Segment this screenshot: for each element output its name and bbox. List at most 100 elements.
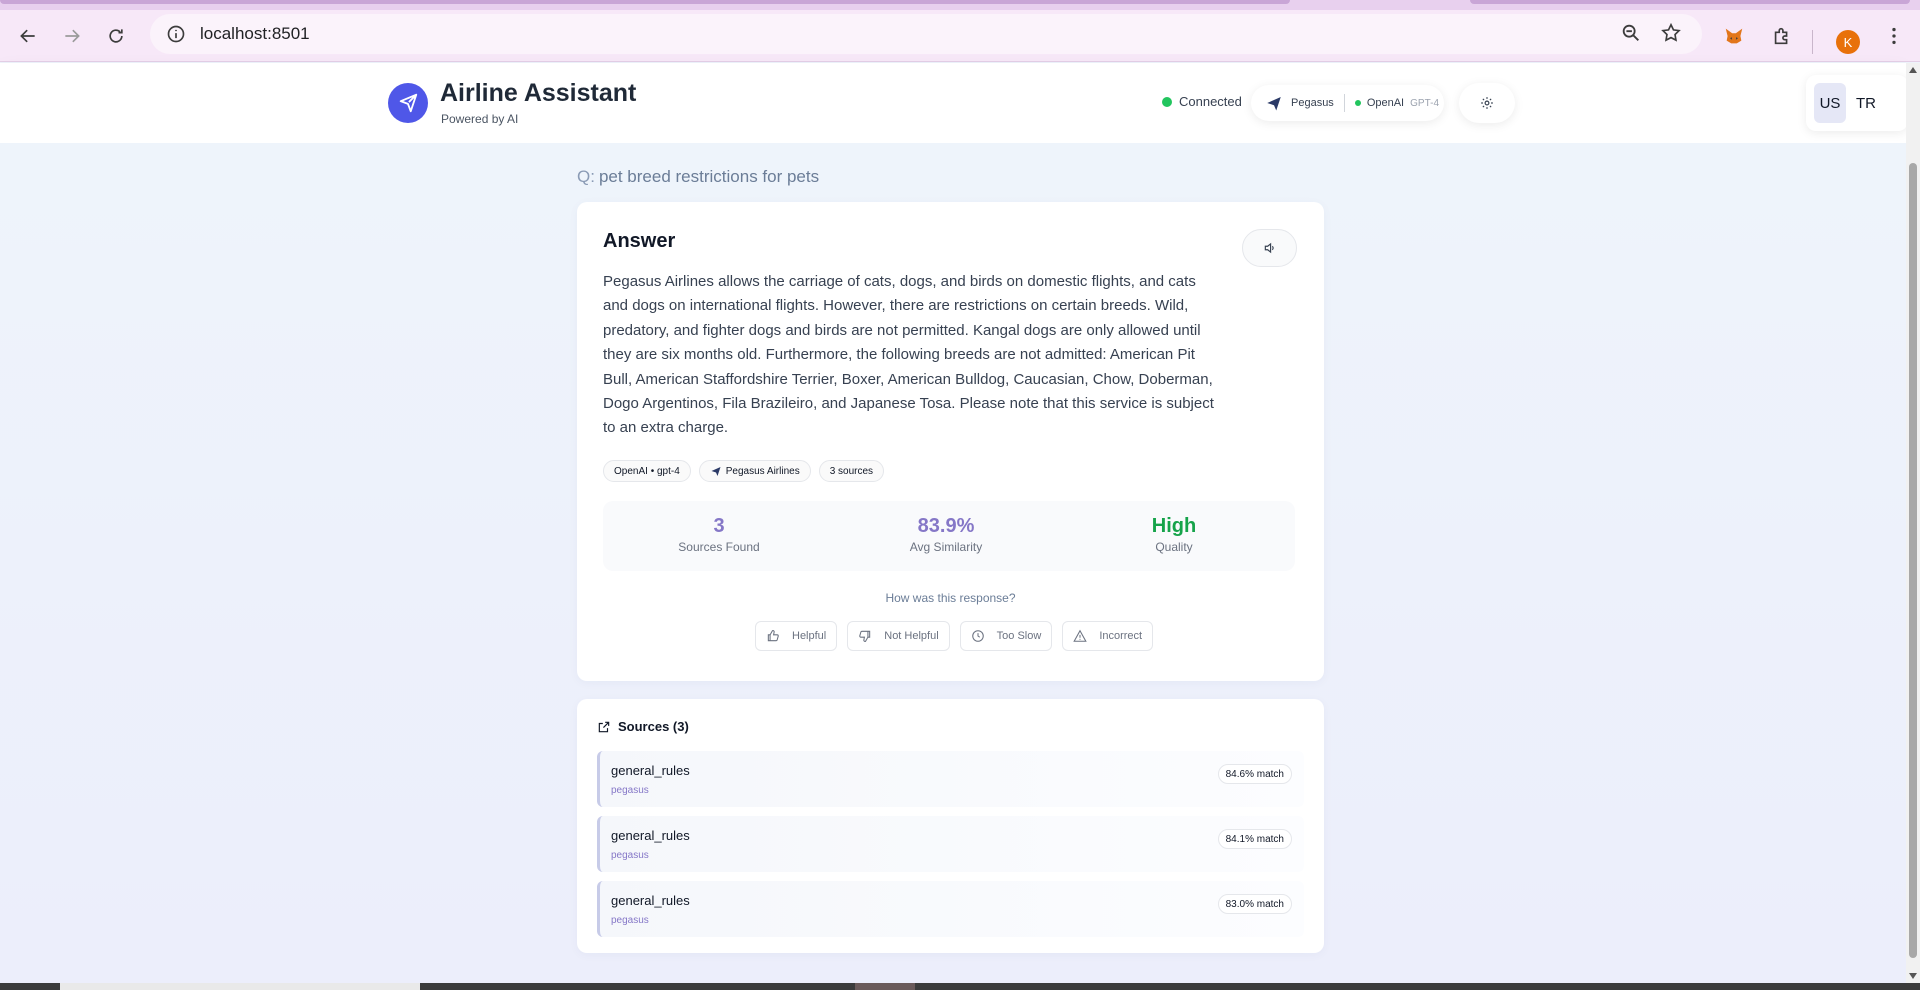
source-airline: pegasus (611, 915, 649, 926)
source-item[interactable]: general_rules pegasus 84.1% match (597, 816, 1304, 872)
sources-title: Sources (3) (618, 719, 689, 734)
incorrect-label: Incorrect (1099, 630, 1143, 642)
incorrect-button[interactable]: Incorrect (1062, 621, 1154, 651)
provider-status-dot (1354, 100, 1361, 106)
warning-triangle-icon (1073, 629, 1088, 642)
source-item[interactable]: general_rules pegasus 84.6% match (597, 751, 1304, 807)
scroll-down-arrow-icon[interactable] (1909, 973, 1917, 979)
airline-logo-icon (1267, 97, 1281, 111)
tab-edge[interactable] (1470, 0, 1910, 4)
model-name: GPT-4 (1410, 97, 1440, 109)
bookmark-star-icon[interactable] (1660, 22, 1682, 44)
not-helpful-button[interactable]: Not Helpful (847, 621, 950, 651)
stat-label: Avg Similarity (909, 540, 983, 554)
arrow-left-icon (20, 29, 35, 43)
clock-icon (971, 630, 984, 642)
scroll-up-arrow-icon[interactable] (1909, 67, 1917, 73)
too-slow-label: Too Slow (996, 630, 1042, 642)
model-chip-label: OpenAI • gpt-4 (614, 465, 680, 477)
main-content: Q: pet breed restrictions for pets Answer… (0, 143, 1906, 983)
status-dot (1162, 96, 1172, 107)
match-badge: 84.1% match (1217, 829, 1292, 849)
gear-icon (1481, 97, 1493, 109)
browser-toolbar: localhost:8501 K (0, 10, 1920, 62)
answer-body: Pegasus Airlines allows the carriage of … (603, 273, 1214, 437)
profile-avatar[interactable]: K (1836, 30, 1860, 54)
answer-card: Answer Pegasus Airlines allows the carri… (577, 202, 1324, 681)
stat-value: 83.9% (917, 515, 975, 537)
provider-selector[interactable]: Pegasus OpenAI GPT-4 (1251, 85, 1444, 121)
helpful-button[interactable]: Helpful (755, 621, 838, 651)
page-scrollbar[interactable] (1906, 63, 1920, 983)
helpful-label: Helpful (792, 630, 827, 642)
zoom-icon[interactable] (1620, 22, 1642, 44)
external-link-icon (598, 721, 610, 732)
answer-stats: 3 Sources Found 83.9% Avg Similarity Hig… (603, 501, 1295, 571)
pill-divider (1343, 94, 1345, 112)
speaker-icon (1264, 242, 1274, 254)
answer-title: Answer (603, 230, 676, 252)
read-aloud-button[interactable] (1242, 229, 1297, 267)
brand-logo (388, 83, 428, 123)
lang-us-button[interactable]: US (1814, 83, 1846, 123)
settings-button[interactable] (1459, 83, 1515, 123)
taskbar-segment (60, 983, 420, 990)
address-bar[interactable]: localhost:8501 (150, 14, 1702, 54)
language-switcher: US TR (1806, 75, 1908, 131)
site-info-icon[interactable] (164, 22, 188, 46)
too-slow-button[interactable]: Too Slow (959, 621, 1053, 651)
reload-button[interactable] (100, 20, 132, 52)
airplane-icon (399, 93, 418, 113)
os-taskbar (0, 983, 1920, 990)
match-badge: 84.6% match (1217, 764, 1292, 784)
lang-tr-button[interactable]: TR (1850, 83, 1882, 123)
status-text: Connected (1179, 94, 1242, 109)
model-chip: OpenAI • gpt-4 (603, 460, 691, 482)
match-badge: 83.0% match (1217, 894, 1292, 914)
app-subtitle: Powered by AI (441, 112, 519, 126)
not-helpful-label: Not Helpful (884, 630, 939, 642)
stat-quality: High Quality (1094, 515, 1254, 554)
feedback-buttons: Helpful Not Helpful Too Slow Incorrect (755, 621, 1154, 651)
fox-icon (1725, 28, 1743, 44)
kebab-menu-icon (1892, 27, 1896, 45)
stat-value: 3 (713, 515, 725, 537)
stat-label: Sources Found (678, 540, 760, 554)
arrow-right-icon (65, 29, 80, 43)
question-prefix: Q: (577, 167, 595, 186)
scroll-thumb[interactable] (1909, 163, 1917, 958)
back-button[interactable] (12, 20, 44, 52)
source-name: general_rules (611, 763, 690, 778)
sources-header: Sources (3) (597, 719, 689, 734)
source-airline: pegasus (611, 785, 649, 796)
source-name: general_rules (611, 828, 690, 843)
stat-label: Quality (1155, 540, 1193, 554)
metamask-extension-button[interactable] (1718, 20, 1750, 52)
browser-tab-strip (0, 0, 1920, 10)
airline-logo-icon (711, 467, 721, 476)
browser-menu-button[interactable] (1878, 20, 1910, 52)
taskbar-segment (855, 983, 915, 990)
connection-status: Connected (1162, 94, 1242, 109)
airline-name: Pegasus (1291, 97, 1334, 109)
provider-name: OpenAI (1366, 97, 1405, 109)
source-item[interactable]: general_rules pegasus 83.0% match (597, 881, 1304, 937)
answer-meta-chips: OpenAI • gpt-4 Pegasus Airlines 3 source… (603, 460, 885, 482)
forward-button[interactable] (56, 20, 88, 52)
feedback-prompt: How was this response? (885, 591, 1016, 605)
stat-avg-similarity: 83.9% Avg Similarity (866, 515, 1026, 554)
reload-icon (109, 29, 123, 43)
extensions-button[interactable] (1766, 20, 1798, 52)
app-header: Airline Assistant Powered by AI Connecte… (0, 63, 1908, 143)
thumbs-up-icon (767, 630, 779, 642)
user-question: Q: pet breed restrictions for pets (577, 167, 819, 187)
question-text: pet breed restrictions for pets (598, 167, 820, 186)
puzzle-icon (1774, 27, 1788, 45)
source-airline: pegasus (611, 850, 649, 861)
url-text[interactable]: localhost:8501 (200, 24, 310, 44)
sources-count-chip: 3 sources (818, 460, 885, 482)
toolbar-divider (1812, 30, 1813, 54)
sources-chip-label: 3 sources (829, 465, 874, 477)
stat-sources-found: 3 Sources Found (639, 515, 799, 554)
active-tab-edge[interactable] (0, 0, 1290, 4)
